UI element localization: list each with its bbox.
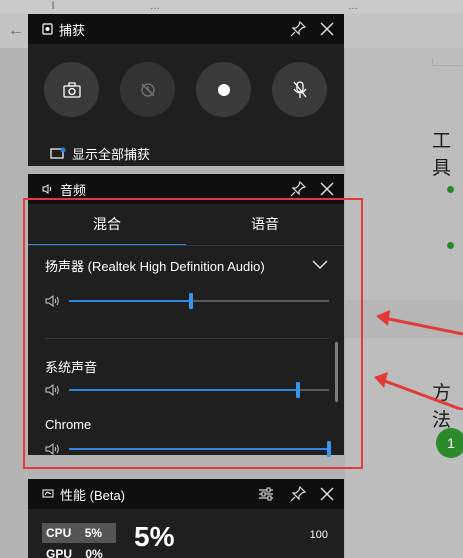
bullet-dot [447, 242, 454, 249]
capture-widget: 捕获 显示全部捕获 [28, 14, 344, 166]
pin-icon[interactable] [290, 486, 306, 502]
tab-snippet: … [348, 1, 358, 12]
close-icon[interactable] [318, 485, 336, 503]
close-icon[interactable] [318, 180, 336, 198]
tab-snippet: l [52, 1, 55, 12]
webpage-divider [432, 58, 463, 66]
volume-icon [45, 384, 59, 396]
slider-thumb[interactable] [327, 441, 331, 457]
step-number-badge: 1 [436, 428, 463, 458]
mic-off-icon [292, 80, 307, 98]
audio-header: 音频 [28, 174, 344, 204]
tabs-divider [28, 245, 344, 246]
capture-buttons [44, 62, 327, 117]
mic-toggle-button[interactable] [272, 62, 327, 117]
gpu-value: 0% [85, 547, 103, 558]
browser-tab-bar: l … … [0, 0, 463, 14]
performance-big-value: 5% [134, 521, 175, 552]
camera-icon [62, 81, 81, 98]
volume-icon [45, 295, 59, 307]
close-icon[interactable] [318, 20, 336, 38]
bullet-dot [447, 186, 454, 193]
settings-sliders-icon[interactable] [258, 486, 274, 502]
speaker-volume-slider[interactable] [45, 293, 329, 309]
capture-widget-icon [42, 23, 53, 35]
record-last-button[interactable] [120, 62, 175, 117]
performance-title: 性能 (Beta) [60, 487, 126, 503]
audio-tabs: 混合 语音 [28, 204, 344, 246]
capture-title: 捕获 [59, 22, 86, 38]
performance-header: 性能 (Beta) [28, 479, 344, 509]
device-divider [45, 338, 329, 339]
record-button[interactable] [196, 62, 251, 117]
slider-thumb[interactable] [295, 382, 300, 398]
cpu-label: CPU [46, 526, 72, 540]
device-label-speaker: 扬声器 (Realtek High Definition Audio) [45, 259, 265, 274]
tab-voice[interactable]: 语音 [186, 204, 344, 246]
screenshot-button[interactable] [44, 62, 99, 117]
record-last-icon [140, 82, 155, 97]
chrome-volume-slider[interactable] [45, 441, 331, 457]
chevron-down-icon[interactable] [312, 260, 328, 270]
back-arrow-icon[interactable]: ← [8, 22, 24, 40]
speaker-icon [42, 184, 52, 194]
show-all-captures-link[interactable]: 显示全部捕获 [50, 144, 150, 163]
gallery-icon [50, 147, 66, 159]
annotation-arrows [374, 310, 463, 410]
cpu-metric[interactable]: CPU 5% [42, 523, 116, 543]
audio-widget: 音频 混合 语音 扬声器 (Realtek High Definition Au… [28, 174, 344, 457]
volume-icon [45, 443, 59, 455]
performance-widget: 性能 (Beta) CPU 5% GPU 0% 5% 100 [28, 479, 344, 558]
capture-header: 捕获 [28, 14, 344, 44]
performance-icon [42, 489, 54, 498]
cpu-value: 5% [84, 526, 103, 540]
gpu-label: GPU [46, 547, 73, 558]
performance-scale-max: 100 [309, 529, 328, 541]
pin-icon[interactable] [290, 181, 306, 197]
pin-icon[interactable] [290, 21, 306, 37]
tab-snippet: … [150, 1, 160, 12]
audio-scrollbar[interactable] [335, 342, 338, 402]
gpu-metric[interactable]: GPU 0% [46, 547, 103, 558]
system-sounds-volume-slider[interactable] [45, 382, 329, 398]
record-dot-icon [217, 83, 230, 96]
device-label-system-sounds: 系统声音 [45, 360, 98, 375]
show-all-captures-label: 显示全部捕获 [72, 147, 151, 162]
tab-mix[interactable]: 混合 [28, 204, 186, 246]
audio-title: 音频 [60, 182, 87, 198]
slider-thumb[interactable] [189, 293, 194, 309]
device-label-chrome: Chrome [45, 417, 92, 432]
webpage-heading-tools: 工具 [432, 131, 452, 179]
